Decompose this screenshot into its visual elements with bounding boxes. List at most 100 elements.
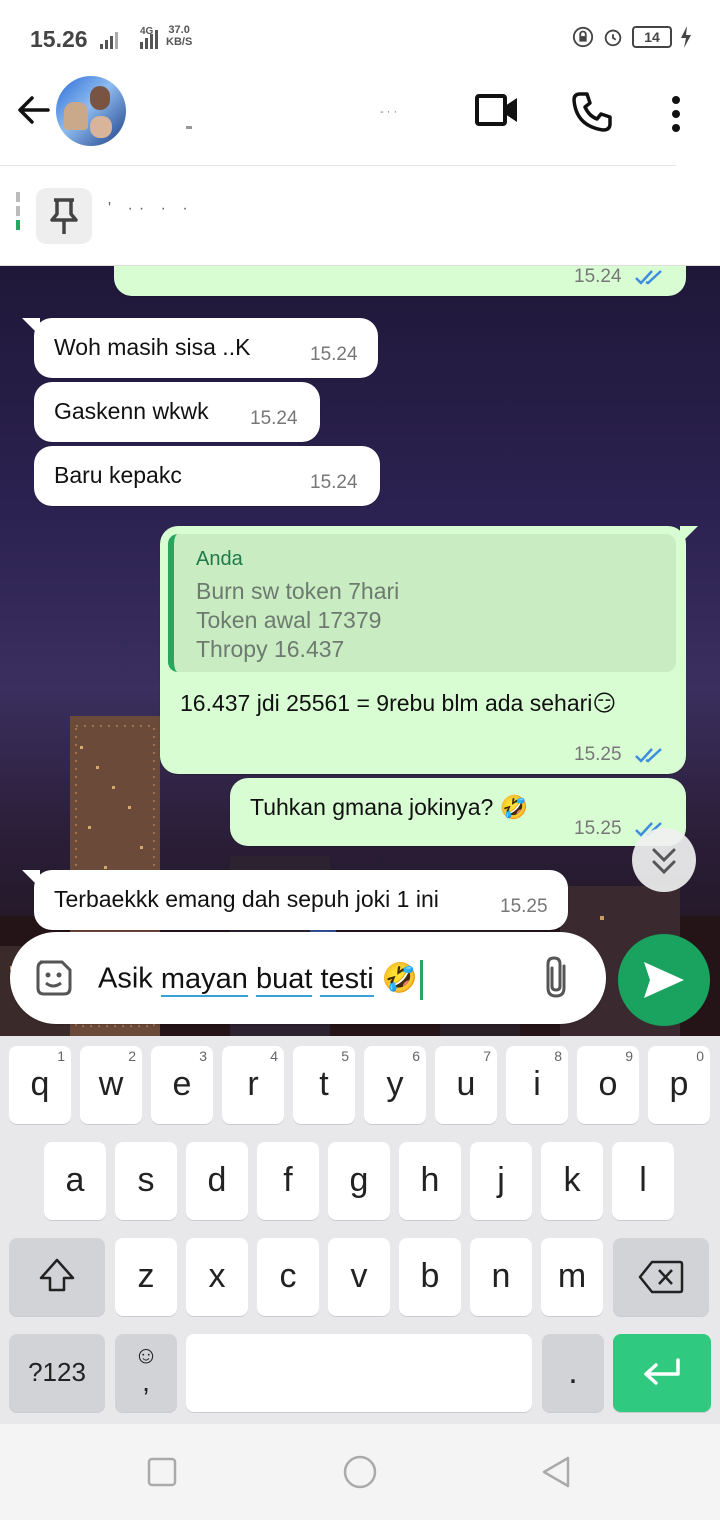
input-word: Asik bbox=[98, 962, 153, 995]
key-label: m bbox=[557, 1257, 587, 1295]
key-e[interactable]: e3 bbox=[151, 1046, 213, 1124]
message-input[interactable]: Asik mayan buat testi 🤣 bbox=[98, 960, 423, 1000]
key-label: g bbox=[349, 1161, 369, 1199]
home-icon[interactable] bbox=[342, 1454, 378, 1490]
message-bubble-in[interactable]: Baru kepakc 15.24 bbox=[34, 446, 380, 506]
contact-name-redacted[interactable] bbox=[186, 126, 192, 129]
network-type: 4G bbox=[140, 26, 154, 37]
key-x[interactable]: x bbox=[186, 1238, 248, 1316]
send-icon bbox=[644, 962, 684, 998]
contact-name[interactable]: - · · bbox=[380, 106, 397, 118]
video-call-icon[interactable] bbox=[474, 90, 520, 130]
key-label: h bbox=[420, 1161, 440, 1199]
key-l[interactable]: l bbox=[612, 1142, 674, 1220]
message-composer[interactable]: Asik mayan buat testi 🤣 bbox=[10, 932, 606, 1024]
symbols-key[interactable]: ?123 bbox=[9, 1334, 105, 1412]
contact-avatar[interactable] bbox=[56, 76, 126, 146]
key-p[interactable]: p0 bbox=[648, 1046, 710, 1124]
key-label: d bbox=[207, 1161, 227, 1199]
key-a[interactable]: a bbox=[44, 1142, 106, 1220]
message-bubble-in[interactable]: Gaskenn wkwk 15.24 bbox=[34, 382, 320, 442]
shift-key[interactable] bbox=[9, 1238, 105, 1316]
key-label: r bbox=[247, 1065, 259, 1103]
key-label: a bbox=[65, 1161, 85, 1199]
quoted-message[interactable]: Anda Burn sw token 7hari Token awal 1737… bbox=[168, 534, 676, 672]
key-o[interactable]: o9 bbox=[577, 1046, 639, 1124]
input-emoji: 🤣 bbox=[381, 962, 418, 995]
enter-key[interactable] bbox=[613, 1334, 711, 1412]
key-n[interactable]: n bbox=[470, 1238, 532, 1316]
quoted-author: Anda bbox=[196, 548, 243, 570]
back-arrow-icon[interactable] bbox=[14, 90, 54, 130]
message-bubble-in[interactable]: Terbaekkk emang dah sepuh joki 1 ini 15.… bbox=[22, 870, 568, 930]
key-hint: 0 bbox=[696, 1048, 704, 1064]
key-g[interactable]: g bbox=[328, 1142, 390, 1220]
pinned-text: ' ·· · · bbox=[108, 200, 194, 217]
input-word-underlined: mayan bbox=[160, 962, 248, 997]
charging-icon bbox=[681, 26, 691, 48]
key-label: f bbox=[283, 1161, 293, 1199]
voice-call-icon[interactable] bbox=[570, 90, 614, 134]
key-label: i bbox=[533, 1065, 541, 1103]
attach-icon[interactable] bbox=[538, 954, 578, 1002]
message-bubble-in[interactable]: Woh masih sisa ..K 15.24 bbox=[22, 318, 378, 378]
message-bubble-out[interactable]: 15.24 bbox=[114, 266, 686, 296]
message-time: 15.24 bbox=[310, 472, 358, 493]
message-text: Gaskenn wkwk bbox=[54, 398, 209, 424]
pinned-message-bar[interactable]: ' ·· · · bbox=[0, 166, 720, 266]
pin-icon bbox=[50, 198, 78, 234]
key-k[interactable]: k bbox=[541, 1142, 603, 1220]
key-z[interactable]: z bbox=[115, 1238, 177, 1316]
quoted-line: Burn sw token 7hari bbox=[196, 578, 400, 604]
key-y[interactable]: y6 bbox=[364, 1046, 426, 1124]
recent-apps-icon[interactable] bbox=[144, 1454, 180, 1490]
key-label: o bbox=[598, 1065, 618, 1103]
lock-rotation-icon bbox=[572, 26, 594, 48]
key-j[interactable]: j bbox=[470, 1142, 532, 1220]
sticker-icon[interactable] bbox=[32, 956, 76, 1000]
key-label: z bbox=[137, 1257, 155, 1295]
double-chevron-down-icon bbox=[652, 848, 676, 875]
back-nav-icon[interactable] bbox=[538, 1454, 574, 1490]
message-time: 15.24 bbox=[250, 408, 298, 429]
message-time: 15.24 bbox=[574, 266, 622, 287]
key-hint: 4 bbox=[270, 1048, 278, 1064]
emoji-comma-key[interactable]: ☺, bbox=[115, 1334, 177, 1412]
key-period[interactable]: . bbox=[542, 1334, 604, 1412]
backspace-key[interactable] bbox=[613, 1238, 709, 1316]
key-b[interactable]: b bbox=[399, 1238, 461, 1316]
message-text: Tuhkan gmana jokinya? 🤣 bbox=[250, 794, 529, 820]
key-m[interactable]: m bbox=[541, 1238, 603, 1316]
quoted-line: Token awal 17379 bbox=[196, 607, 382, 633]
key-t[interactable]: t5 bbox=[293, 1046, 355, 1124]
input-word-underlined: buat bbox=[255, 962, 313, 997]
key-h[interactable]: h bbox=[399, 1142, 461, 1220]
key-hint: 9 bbox=[625, 1048, 633, 1064]
message-bubble-out-reply[interactable]: Anda Burn sw token 7hari Token awal 1737… bbox=[160, 526, 698, 774]
key-u[interactable]: u7 bbox=[435, 1046, 497, 1124]
key-v[interactable]: v bbox=[328, 1238, 390, 1316]
status-icons: 14 bbox=[572, 26, 692, 48]
key-i[interactable]: i8 bbox=[506, 1046, 568, 1124]
speed-value: 37.0 bbox=[168, 24, 190, 36]
more-options-icon[interactable] bbox=[664, 94, 688, 134]
key-q[interactable]: q1 bbox=[9, 1046, 71, 1124]
key-c[interactable]: c bbox=[257, 1238, 319, 1316]
key-label: . bbox=[568, 1353, 578, 1391]
chat-area[interactable]: 15.24 Woh masih sisa ..K 15.24 Gaskenn w… bbox=[0, 266, 720, 1036]
key-f[interactable]: f bbox=[257, 1142, 319, 1220]
message-bubble-out[interactable]: Tuhkan gmana jokinya? 🤣 15.25 bbox=[230, 778, 686, 846]
status-bar: 15.26 4G 37.0 KB/S 14 bbox=[0, 0, 720, 76]
scroll-to-bottom-button[interactable] bbox=[632, 828, 696, 892]
key-d[interactable]: d bbox=[186, 1142, 248, 1220]
key-label: q bbox=[30, 1065, 50, 1103]
key-label: x bbox=[208, 1257, 226, 1295]
shift-icon bbox=[39, 1258, 75, 1292]
key-hint: 5 bbox=[341, 1048, 349, 1064]
key-hint: 8 bbox=[554, 1048, 562, 1064]
key-w[interactable]: w2 bbox=[80, 1046, 142, 1124]
space-key[interactable] bbox=[186, 1334, 532, 1412]
send-button[interactable] bbox=[618, 934, 710, 1026]
key-s[interactable]: s bbox=[115, 1142, 177, 1220]
key-r[interactable]: r4 bbox=[222, 1046, 284, 1124]
